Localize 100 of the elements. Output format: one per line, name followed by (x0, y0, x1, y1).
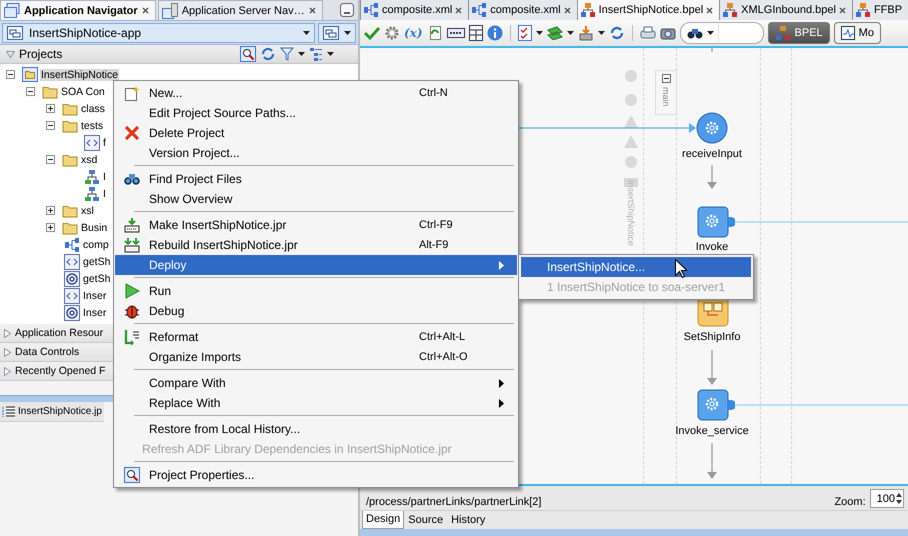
checklist-icon[interactable] (518, 25, 532, 41)
close-icon[interactable] (564, 6, 571, 14)
filter-icon[interactable] (280, 47, 294, 61)
close-icon[interactable] (308, 7, 316, 14)
caret-icon[interactable] (327, 52, 334, 56)
search-icon[interactable] (240, 46, 256, 62)
close-icon[interactable] (706, 6, 714, 14)
menu-item[interactable]: Rebuild InsertShipNotice.jpr Alt-F9 (115, 235, 517, 255)
menu-item[interactable]: Edit Project Source Paths... (115, 103, 517, 123)
tree-item[interactable]: getSh (82, 256, 112, 268)
layout-icon[interactable] (309, 47, 323, 61)
tree-item[interactable]: Inser (82, 306, 108, 318)
caret-icon[interactable] (598, 31, 605, 35)
tree-item[interactable]: Busin (80, 222, 108, 234)
menu-item[interactable]: New... Ctrl-N (115, 83, 517, 103)
view-toggle-button[interactable]: Mo (834, 22, 881, 44)
label-tag-icon[interactable] (446, 28, 465, 38)
caret-icon[interactable] (566, 31, 574, 35)
editor-tab[interactable]: composite.xml (468, 0, 577, 20)
caret-icon[interactable] (298, 52, 305, 56)
panel-tab[interactable]: Application Navigator (0, 0, 156, 20)
menu-item[interactable]: Version Project... (115, 143, 517, 163)
menu-item[interactable]: Show Overview (115, 189, 517, 209)
menu-item[interactable]: Make InsertShipNotice.jpr Ctrl-F9 (115, 215, 517, 235)
tree-item[interactable]: f (102, 136, 107, 148)
tree-item[interactable]: getSh (82, 272, 112, 284)
menu-item[interactable]: Deploy (115, 255, 517, 275)
cursor-icon (675, 259, 687, 278)
info-icon[interactable] (486, 25, 503, 41)
close-icon[interactable] (838, 6, 846, 14)
minimize-icon[interactable] (340, 3, 354, 17)
submenu-arrow-icon (499, 398, 504, 408)
tree-item[interactable]: class (80, 102, 106, 114)
editor-view-tab[interactable]: Design (362, 511, 404, 529)
submenu-item[interactable]: InsertShipNotice... (521, 257, 751, 277)
editor-tab[interactable]: XMLGInbound.bpel (719, 0, 852, 20)
tree-item[interactable]: InsertShipNotice (40, 68, 120, 80)
caret-icon[interactable] (303, 30, 310, 34)
editor-view-tab[interactable]: Source (404, 511, 448, 529)
tree-item[interactable]: Inser (82, 290, 108, 302)
close-icon[interactable] (455, 6, 462, 14)
expand-icon[interactable] (46, 223, 55, 232)
caret-icon[interactable] (706, 31, 714, 35)
tree-item[interactable]: I (102, 188, 107, 200)
view-toggle-button[interactable]: BPEL (768, 22, 830, 44)
menu-item[interactable]: Restore from Local History... (115, 419, 517, 439)
warning-icon (623, 114, 639, 130)
menu-item[interactable]: Project Properties... (115, 465, 517, 485)
application-menu-button[interactable] (318, 22, 356, 42)
application-dropdown[interactable]: InsertShipNotice-app (2, 22, 315, 42)
arrow-stack-icon[interactable] (546, 26, 563, 40)
editor-tab[interactable]: InsertShipNotice.bpel (576, 0, 720, 20)
accordion-header[interactable]: Data Controls (15, 346, 80, 358)
search-field[interactable] (680, 22, 764, 44)
panel-tab[interactable]: Application Server Nav… (158, 0, 323, 20)
menu-item[interactable]: Compare With (115, 373, 517, 393)
menu-item[interactable]: Debug (115, 301, 517, 321)
menu-item[interactable]: Organize Imports Ctrl+Alt-O (115, 347, 517, 367)
menu-item[interactable]: Run (115, 281, 517, 301)
expand-triangle-icon[interactable] (4, 366, 11, 376)
expand-icon[interactable] (46, 206, 55, 215)
navigator-icon (4, 3, 20, 18)
editor-tab[interactable]: composite.xml (360, 0, 468, 20)
zoom-field[interactable]: 100 (870, 489, 904, 508)
tree-item[interactable]: tests (80, 120, 104, 132)
application-icon (7, 26, 23, 40)
accordion-header[interactable]: Application Resour (15, 327, 104, 339)
editor-tab[interactable]: FFBP (852, 0, 908, 20)
tree-item[interactable]: xsl (80, 204, 95, 216)
install-icon[interactable] (578, 25, 594, 41)
collapse-icon[interactable] (46, 121, 55, 130)
expand-triangle-icon[interactable] (4, 328, 11, 338)
refresh-icon[interactable] (260, 46, 276, 62)
expand-triangle-icon[interactable] (4, 348, 11, 356)
close-icon[interactable] (142, 7, 149, 14)
collapse-icon[interactable] (662, 74, 670, 83)
accordion-header[interactable]: Recently Opened F (15, 365, 106, 377)
collapse-icon[interactable] (46, 155, 55, 164)
tree-item[interactable]: comp (82, 238, 110, 250)
table-icon[interactable] (468, 25, 483, 41)
menu-item[interactable]: Delete Project (115, 123, 517, 143)
caret-icon[interactable] (344, 30, 351, 34)
tree-item[interactable]: SOA Con (60, 86, 106, 98)
camera-icon[interactable] (660, 26, 676, 40)
tree-item[interactable]: I (102, 170, 107, 182)
collapse-icon[interactable] (6, 70, 15, 79)
structure-tab[interactable]: InsertShipNotice.jp (0, 402, 104, 422)
menu-item[interactable]: Find Project Files (115, 169, 517, 189)
variables-button[interactable]: (x) (404, 26, 423, 40)
sync-icon[interactable] (608, 25, 625, 41)
validate-check-icon[interactable] (364, 26, 380, 40)
editor-view-tab[interactable]: History (447, 511, 490, 529)
tree-item[interactable]: xsd (80, 154, 98, 166)
menu-item[interactable]: Reformat Ctrl+Alt-L (115, 327, 517, 347)
collapse-icon[interactable] (26, 87, 35, 96)
expand-icon[interactable] (46, 104, 55, 113)
caret-icon[interactable] (536, 31, 543, 35)
spinner-icon[interactable] (895, 491, 903, 506)
printer-icon[interactable] (640, 26, 656, 40)
menu-item[interactable]: Replace With (115, 393, 517, 413)
